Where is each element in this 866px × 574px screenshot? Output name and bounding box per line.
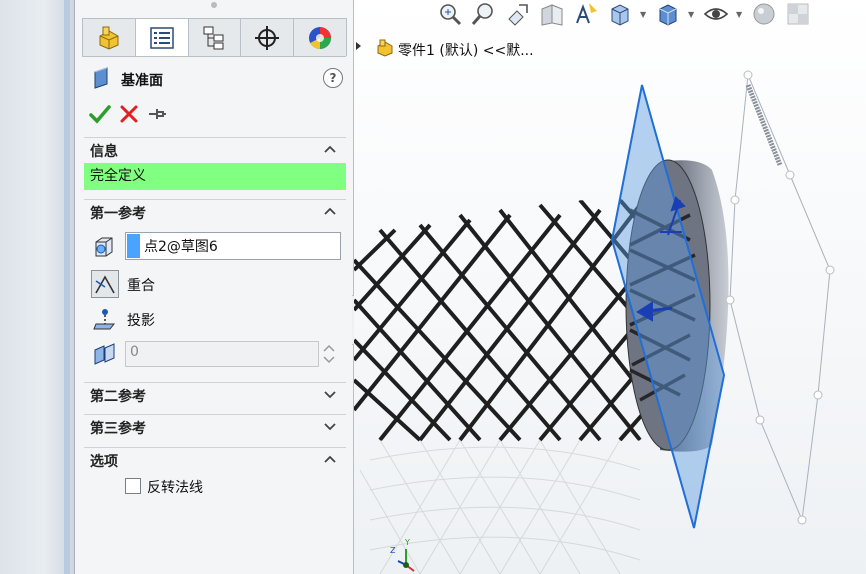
coincident-button[interactable] (91, 270, 119, 298)
part-icon (377, 39, 393, 57)
hide-show-icon (703, 8, 729, 20)
section-third-reference[interactable]: 第三参考 (84, 414, 346, 437)
section-first-reference-label: 第一参考 (90, 206, 146, 222)
section-view-icon (541, 4, 563, 26)
triad-z-label: Z (390, 546, 396, 555)
part-name: 零件1 (默认) <<默... (398, 43, 534, 59)
cancel-icon[interactable] (119, 104, 139, 124)
view-orientation-icon (611, 4, 629, 26)
section-second-reference-label: 第二参考 (90, 389, 146, 405)
section-info-label: 信息 (90, 144, 118, 160)
part-icon (99, 26, 119, 50)
flip-normal-label: 反转法线 (147, 480, 203, 496)
pin-icon[interactable] (147, 104, 167, 124)
zoom-to-fit-button[interactable] (436, 1, 464, 27)
section-options-label: 选项 (90, 454, 118, 470)
hide-show-button[interactable] (702, 1, 730, 27)
graphics-area[interactable]: Y Z (354, 0, 866, 574)
section-view-button[interactable] (538, 1, 566, 27)
help-icon[interactable]: ? (323, 68, 343, 88)
offset-distance-icon (94, 343, 115, 365)
triad-y-label: Y (404, 538, 410, 547)
offset-distance-button[interactable] (91, 340, 119, 368)
zoom-to-fit-icon (440, 4, 462, 26)
view-orientation-button[interactable] (606, 1, 634, 27)
section-options[interactable]: 选项 (84, 447, 346, 470)
flip-normal-checkbox[interactable] (125, 478, 141, 494)
display-style-button[interactable] (654, 1, 682, 27)
appearance-icon (309, 26, 332, 49)
chevron-down-icon[interactable] (322, 418, 338, 434)
projection-icon (93, 309, 116, 330)
action-buttons (89, 104, 209, 128)
coincident-label: 重合 (127, 278, 155, 294)
sketch-text (745, 84, 783, 166)
tab-property-manager[interactable] (134, 18, 189, 56)
chevron-up-icon[interactable] (322, 141, 338, 157)
offset-distance-value: 0 (130, 344, 139, 360)
chevron-down-icon[interactable]: ▼ (688, 10, 696, 19)
heads-up-toolbar: ▼ ▼ ▼ (436, 0, 812, 28)
plane-icon (94, 67, 108, 89)
selection-color-swatch (127, 234, 140, 258)
zoom-to-area-icon (471, 3, 493, 25)
tab-dimxpert-manager[interactable] (240, 18, 295, 56)
previous-view-icon (508, 4, 528, 26)
coincident-icon (95, 275, 115, 294)
apply-scene-icon (787, 3, 809, 25)
configuration-icon (203, 26, 224, 49)
sketch-plane-outline (729, 74, 831, 522)
chevron-up-icon[interactable] (322, 451, 338, 467)
dynamic-annotation-button[interactable] (572, 1, 600, 27)
projection-label: 投影 (127, 313, 155, 329)
property-manager-panel: 基准面 ? 信息 完全定义 第一参考 点2@草图6 重合 投影 0 第二参考 第… (75, 0, 354, 574)
edit-appearance-icon (753, 3, 775, 25)
chevron-down-icon[interactable]: ▼ (640, 10, 648, 19)
confirm-icon[interactable] (89, 104, 111, 124)
tab-feature-tree[interactable] (82, 18, 136, 56)
model-view (354, 70, 835, 574)
property-manager-header: 基准面 ? (89, 66, 343, 90)
section-info[interactable]: 信息 (84, 137, 346, 160)
apply-scene-button[interactable] (784, 1, 812, 27)
section-second-reference[interactable]: 第二参考 (84, 382, 346, 405)
section-first-reference[interactable]: 第一参考 (84, 199, 346, 222)
projection-button[interactable] (91, 305, 119, 333)
manager-tabs (82, 18, 347, 57)
section-third-reference-label: 第三参考 (90, 421, 146, 437)
chevron-up-icon[interactable] (322, 203, 338, 219)
expand-arrow-icon[interactable] (356, 42, 361, 50)
offset-spinner[interactable] (319, 341, 339, 367)
offset-distance-input[interactable]: 0 (125, 341, 319, 367)
crosshair-icon (255, 25, 280, 50)
chevron-down-icon[interactable] (322, 386, 338, 402)
panel-grip[interactable] (211, 2, 217, 8)
panel-border (64, 0, 70, 574)
page-title: 基准面 (121, 73, 163, 89)
property-list-icon (149, 26, 174, 49)
previous-view-button[interactable] (504, 1, 532, 27)
zoom-to-area-button[interactable] (470, 1, 498, 27)
edit-appearance-button[interactable] (750, 1, 778, 27)
reference-entity-icon (95, 237, 113, 257)
display-style-icon (659, 4, 677, 26)
dynamic-annotation-icon (576, 3, 597, 24)
left-strip (0, 0, 75, 574)
chevron-down-icon[interactable]: ▼ (736, 10, 744, 19)
first-reference-value: 点2@草图6 (144, 239, 218, 255)
tab-configuration-manager[interactable] (187, 18, 242, 56)
status-badge: 完全定义 (84, 163, 346, 190)
tab-display-manager[interactable] (293, 18, 347, 56)
coordinate-triad: Y Z (390, 538, 415, 572)
first-reference-input[interactable]: 点2@草图6 (125, 232, 341, 260)
